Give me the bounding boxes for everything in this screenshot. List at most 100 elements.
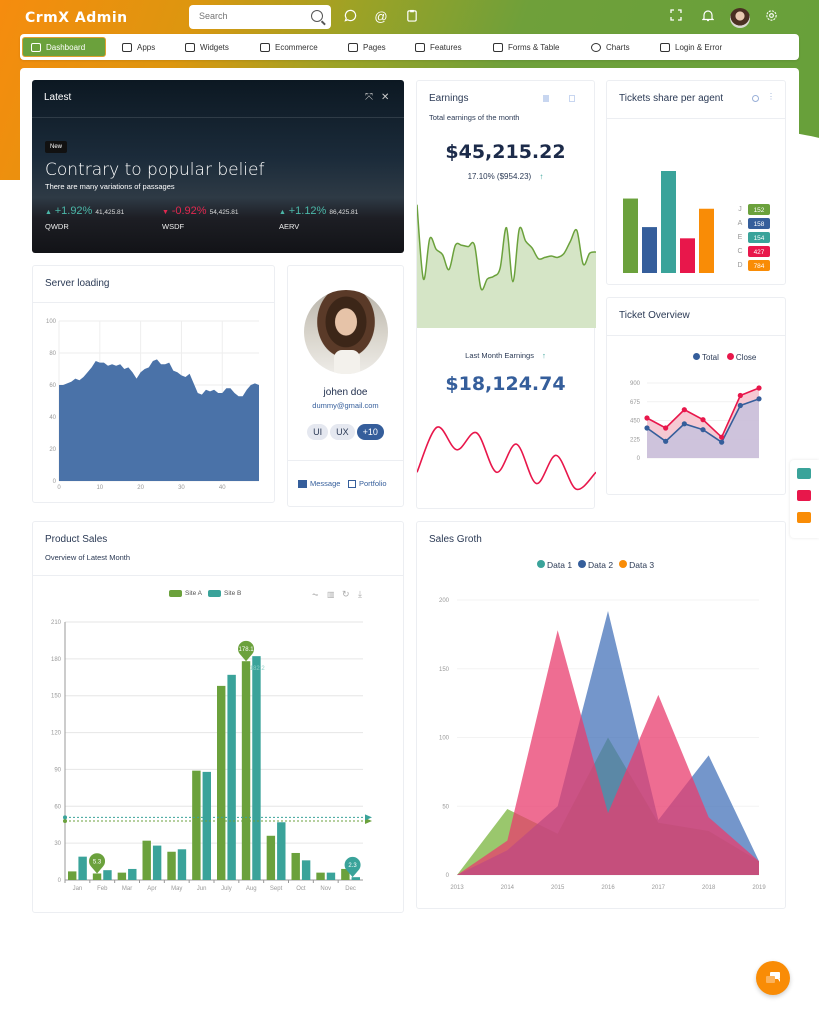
tag-ux[interactable]: UX xyxy=(330,424,355,440)
data-point xyxy=(700,417,706,423)
fullscreen-icon[interactable] xyxy=(668,9,684,25)
search-input[interactable] xyxy=(199,5,299,27)
nav-pages[interactable]: Pages xyxy=(340,37,394,57)
legend-value: 427 xyxy=(754,249,765,256)
bar xyxy=(241,661,251,880)
nav-forms-table[interactable]: Forms & Table xyxy=(485,37,567,57)
bar xyxy=(266,835,276,880)
refresh-icon[interactable] xyxy=(752,95,759,102)
divider xyxy=(607,118,785,119)
last-month-sparkline xyxy=(417,426,596,491)
legend-letter: J xyxy=(738,206,742,213)
latest-card: Latest ⤧ ✕ New Contrary to popular belie… xyxy=(32,80,404,253)
x-tick: Sept xyxy=(270,886,283,892)
x-tick: 0 xyxy=(57,485,61,491)
legend-site-b[interactable]: Site B xyxy=(207,590,241,597)
clipboard-icon[interactable] xyxy=(404,9,420,25)
x-tick: 2019 xyxy=(752,885,766,891)
bar xyxy=(128,868,137,880)
download-icon[interactable]: ⤓ xyxy=(358,589,362,600)
restore-icon[interactable]: ↻ xyxy=(342,589,350,600)
x-tick: 2018 xyxy=(702,885,716,891)
legend-data-3[interactable]: Data 3 xyxy=(619,560,654,570)
data-point xyxy=(681,421,687,427)
bar xyxy=(252,656,261,880)
message-icon xyxy=(298,479,307,488)
legend-total[interactable]: Total xyxy=(693,353,719,362)
bar xyxy=(217,685,226,880)
tag-ui[interactable]: UI xyxy=(307,424,329,440)
product-subtitle: Overview of Latest Month xyxy=(45,553,131,562)
app-logo[interactable]: CrmX Admin xyxy=(25,10,128,26)
data-point xyxy=(663,425,669,431)
x-tick: Aug xyxy=(246,886,257,892)
close-icon[interactable]: ✕ xyxy=(381,92,389,103)
layers-icon[interactable] xyxy=(797,512,811,523)
collapse-icon[interactable]: ⤧ xyxy=(365,92,373,103)
chat-fab-button[interactable] xyxy=(756,961,790,995)
x-tick: 40 xyxy=(219,485,226,491)
pie-icon xyxy=(591,42,601,52)
bar xyxy=(117,872,127,880)
y-tick: 30 xyxy=(54,841,61,847)
message-link[interactable]: Message xyxy=(298,479,340,488)
avatar[interactable] xyxy=(730,8,750,28)
y-tick: 100 xyxy=(439,736,450,742)
legend-site-a[interactable]: Site A xyxy=(169,590,202,597)
nav-ecommerce[interactable]: Ecommerce xyxy=(252,37,326,57)
cast-icon xyxy=(348,42,358,52)
earnings-change: 17.10% ($954.23) ↑ xyxy=(467,172,544,181)
legend-close[interactable]: Close xyxy=(726,353,756,362)
tag-more[interactable]: +10 xyxy=(356,424,384,440)
bookmark-icon[interactable] xyxy=(543,95,549,102)
y-tick: 0 xyxy=(58,878,62,884)
arrow-up-icon: ▲ xyxy=(45,209,52,216)
profile-email[interactable]: dummy@gmail.com xyxy=(288,401,403,410)
bar xyxy=(623,198,638,273)
legend-data-2[interactable]: Data 2 xyxy=(578,560,613,570)
latest-subtitle: There are many variations of passages xyxy=(45,182,175,191)
average-arrow xyxy=(365,814,372,821)
legend-value: 152 xyxy=(754,207,765,214)
search-icon[interactable] xyxy=(311,10,323,22)
bar xyxy=(326,872,336,880)
divider xyxy=(607,335,785,336)
stock-item: ▲ +1.92% 41,425.81 QWDR xyxy=(45,205,125,231)
gear-icon[interactable] xyxy=(763,9,779,25)
last-month-label: Last Month Earnings ↑ xyxy=(465,351,546,360)
copy-icon[interactable] xyxy=(569,95,575,102)
legend-value: 154 xyxy=(754,235,765,242)
chat-icon[interactable] xyxy=(342,9,358,25)
product-title: Product Sales xyxy=(45,534,108,545)
nav-apps[interactable]: Apps xyxy=(114,37,163,57)
image-icon[interactable] xyxy=(797,490,811,501)
product-chart: 0 30 60 90 120 150 180 210 Jan Feb Mar Apr May Jun Jul… xyxy=(51,620,372,892)
nav-login-error[interactable]: Login & Error xyxy=(652,37,730,57)
nav-widgets[interactable]: Widgets xyxy=(177,37,237,57)
average-marker xyxy=(63,815,67,820)
earnings-amount: $45,215.22 xyxy=(445,141,566,163)
portfolio-link[interactable]: Portfolio xyxy=(348,479,387,488)
more-icon[interactable]: ⋮ xyxy=(767,92,775,101)
y-tick: 60 xyxy=(49,383,56,389)
legend-value: 784 xyxy=(754,263,765,270)
at-icon[interactable]: @ xyxy=(373,9,389,25)
chat-bubbles-icon xyxy=(766,972,780,983)
new-badge: New xyxy=(45,141,68,153)
nav-dashboard[interactable]: Dashboard xyxy=(22,37,106,57)
edit-icon xyxy=(185,42,195,52)
sparkline-area xyxy=(417,204,596,328)
line-chart-icon[interactable]: ⏦ xyxy=(312,590,319,600)
bar xyxy=(316,872,325,880)
search-box[interactable] xyxy=(189,5,331,29)
bell-icon[interactable] xyxy=(700,9,716,25)
y-tick: 900 xyxy=(630,381,641,387)
x-tick: Oct xyxy=(296,886,306,892)
nav-charts[interactable]: Charts xyxy=(583,37,638,57)
nav-features[interactable]: Features xyxy=(407,37,470,57)
latest-headline: Contrary to popular belief xyxy=(45,160,265,180)
bar xyxy=(351,877,360,880)
legend-data-1[interactable]: Data 1 xyxy=(537,560,572,570)
bar-chart-icon[interactable]: ▥ xyxy=(327,590,335,599)
money-icon[interactable] xyxy=(797,468,811,479)
